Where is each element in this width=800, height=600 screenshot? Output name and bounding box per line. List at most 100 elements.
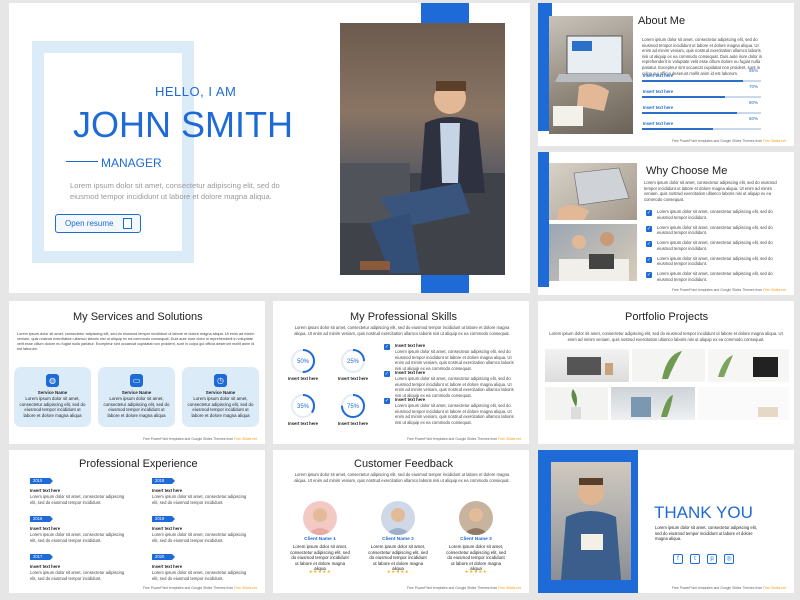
tablet-illustration [718,355,778,377]
svg-text:35%: 35% [297,404,310,410]
client-avatar [459,501,493,535]
interior-illustration [631,395,673,417]
skill-bar-label: Insert text here [643,73,674,78]
slide-feedback[interactable]: Customer Feedback Lorem ipsum dolor sit … [273,450,529,593]
instagram-icon[interactable]: ◎ [724,554,734,564]
footer-link[interactable]: Free Slides.net [763,139,786,143]
slide-skills[interactable]: My Professional Skills Lorem ipsum dolor… [273,301,529,444]
why-blue-block [538,152,549,287]
facebook-icon[interactable]: f [673,554,683,564]
skill-item-text: Lorem ipsum dolor sit amet, consectetur … [395,403,514,425]
why-photo-laptop [549,163,637,220]
skills-body: Lorem ipsum dolor sit amet, consectetur … [294,325,510,336]
skill-ring: 25% [340,348,366,374]
desk-laptop-illustration [567,357,613,375]
footer-link[interactable]: Free Slides.net [498,437,521,441]
service-card[interactable]: ◷ Service Name Lorem ipsum dolor sit amet,… [182,367,259,427]
checkbox-icon: ✓ [646,272,652,278]
footer: Free PowerPoint templates and Google Sli… [406,437,521,441]
experience-item-title: Insert text here [152,488,183,493]
hands-laptop-illustration [557,167,630,220]
experience-item-text: Lorem ipsum dolor sit amet, consectetur … [30,570,125,581]
skill-bar-track [642,128,761,130]
slide-experience[interactable]: Professional Experience Free PowerPoint … [9,450,265,593]
skill-ring-label: Insert text here [287,421,319,426]
slide-services[interactable]: My Services and Solutions Lorem ipsum do… [9,301,265,444]
pinterest-icon[interactable]: p [707,554,717,564]
skill-bar-track [642,80,761,82]
hero-photo [340,23,505,275]
footer-link[interactable]: Free Slides.net [763,288,786,292]
man-with-notebook-illustration [561,478,621,580]
footer-link[interactable]: Free Slides.net [234,437,257,441]
client-avatar [381,501,415,535]
checkbox-icon: ✓ [646,256,652,263]
slide-thank-you[interactable]: THANK YOU Lorem ipsum dolor sit amet, co… [538,450,794,593]
skill-ring-label: Insert text here [337,421,369,426]
white-desk-illustration [758,407,778,417]
checkbox-icon: ✓ [384,398,390,404]
open-resume-button[interactable]: Open resume [55,214,141,233]
checkbox-icon: ✓ [384,344,390,350]
checkbox-icon: ✓ [646,225,652,232]
service-card[interactable]: ▭ Service Name Lorem ipsum dolor sit amet,… [98,367,175,427]
portfolio-photo-plant [632,349,705,382]
year-tag: 2020 [152,554,175,560]
service-name: Service Name [37,390,68,395]
skill-bar-fill [642,96,726,98]
client-name: Client Name 2 [382,537,414,542]
why-item-text: Lorem ipsum dolor sit amet, consectetur … [657,240,773,251]
why-item-text: Lorem ipsum dolor sit amet, consectetur … [657,271,773,282]
slide-portfolio[interactable]: Portfolio Projects Lorem ipsum dolor sit… [538,301,794,444]
service-text: Lorem ipsum dolor sit amet, consectetur … [187,396,254,418]
portfolio-photo-desk [545,349,629,382]
experience-item-text: Lorem ipsum dolor sit amet, consectetur … [152,532,247,543]
skill-ring-label: Insert text here [337,376,369,381]
clock-icon: ◷ [214,374,227,387]
service-card[interactable]: ◍ Service Name Lorem ipsum dolor sit amet,… [14,367,91,427]
skill-bar-percent: 80% [748,100,758,105]
experience-item-text: Lorem ipsum dolor sit amet, consectetur … [152,494,247,505]
experience-title: Professional Experience [79,458,198,470]
why-item-text: Lorem ipsum dolor sit amet, consectetur … [657,224,773,236]
footer-link[interactable]: Free Slides.net [498,586,521,590]
footer-link[interactable]: Free Slides.net [763,586,786,590]
globe-icon: ◍ [46,374,59,387]
skill-bar-fill [642,80,744,82]
slide-about[interactable]: About Me Lorem ipsum dolor sit amet, con… [538,3,794,146]
rating-stars-icon: ★★★★★ [464,569,488,574]
skill-bar-label: Insert text here [643,121,674,126]
plant-illustration [662,351,682,379]
slide-hero[interactable]: HELLO, I AM JOHN SMITH MANAGER Lorem ips… [9,3,530,293]
skill-item-text: Lorem ipsum dolor sit amet, consectetur … [395,376,514,398]
footer-link[interactable]: Free Slides.net [234,586,257,590]
team-meeting-illustration [559,232,629,281]
about-body: Lorem ipsum dolor sit amet, consectetur … [642,37,763,76]
year-tag: 2016 [30,516,53,522]
skill-bar-track [642,96,761,98]
twitter-icon[interactable]: t [690,554,700,564]
rating-stars-icon: ★★★★★ [386,569,410,574]
feedback-title: Customer Feedback [354,458,454,470]
footer: Free PowerPoint templates and Google Sli… [142,586,257,590]
hero-role: MANAGER [101,156,162,170]
man-on-sofa-illustration [340,81,505,275]
svg-text:75%: 75% [347,404,360,410]
skill-bar-fill [642,128,714,130]
experience-item-text: Lorem ipsum dolor sit amet, consectetur … [30,532,125,543]
service-text: Lorem ipsum dolor sit amet, consectetur … [103,396,170,418]
portfolio-photo-tablet [708,349,789,382]
experience-item-title: Insert text here [30,526,61,531]
experience-item-title: Insert text here [30,488,61,493]
client-text: Lorem ipsum dolor sit amet, consectetur … [446,544,506,572]
service-text: Lorem ipsum dolor sit amet, consectetur … [19,396,86,418]
experience-item-text: Lorem ipsum dolor sit amet, consectetur … [152,570,247,581]
client-text: Lorem ipsum dolor sit amet, consectetur … [368,544,428,572]
about-photo [549,16,633,134]
skill-item-text: Lorem ipsum dolor sit amet, consectetur … [395,349,514,371]
slide-why-choose[interactable]: Why Choose Me Lorem ipsum dolor sit amet… [538,152,794,295]
experience-item-title: Insert text here [152,526,183,531]
hero-role-line [66,161,98,162]
skill-bar-track [642,112,761,114]
skill-bar-percent: 60% [748,116,758,121]
